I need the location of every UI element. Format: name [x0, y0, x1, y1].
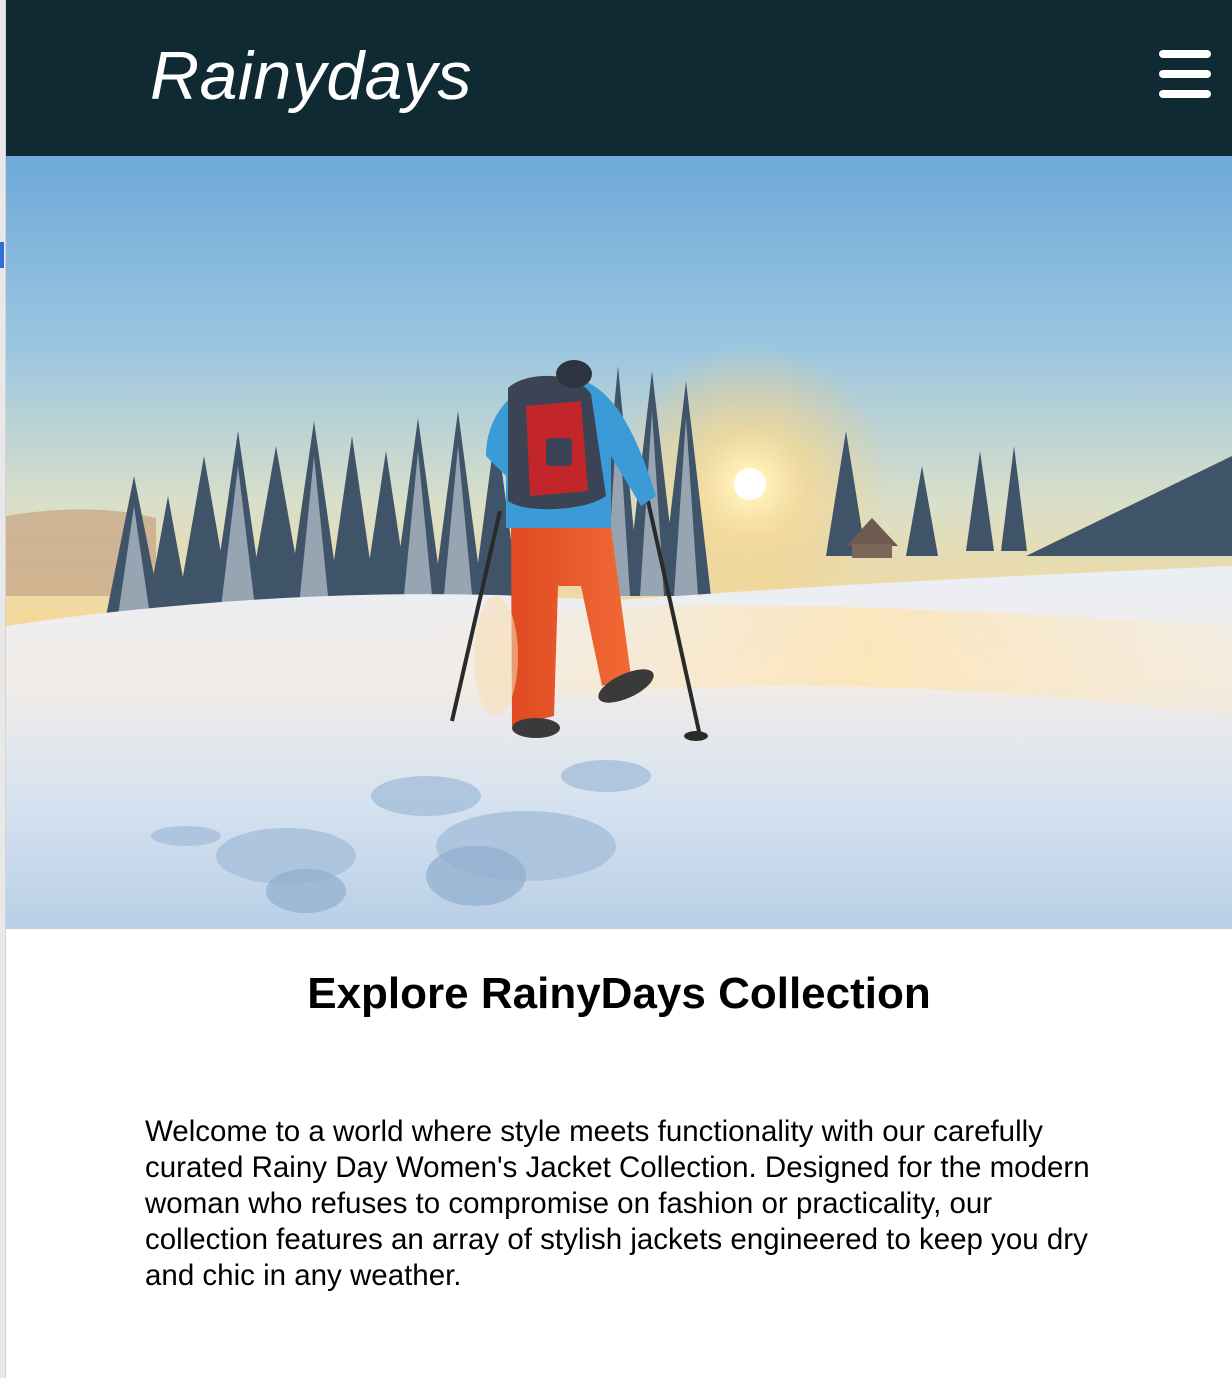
menu-bar-bottom [1159, 90, 1211, 98]
intro-paragraph: Welcome to a world where style meets fun… [145, 1115, 1090, 1292]
menu-bar-middle [1159, 70, 1211, 78]
site-logo[interactable]: Rainydays [150, 36, 472, 116]
hamburger-menu-icon[interactable] [1156, 46, 1212, 102]
hero-image [6, 156, 1232, 929]
scroll-indicator [0, 242, 4, 268]
section-heading: Explore RainyDays Collection [307, 969, 931, 1018]
menu-bar-top [1159, 50, 1211, 58]
page: Rainydays Explore RainyDays Collection W… [0, 0, 1232, 1378]
site-header: Rainydays [6, 0, 1232, 156]
